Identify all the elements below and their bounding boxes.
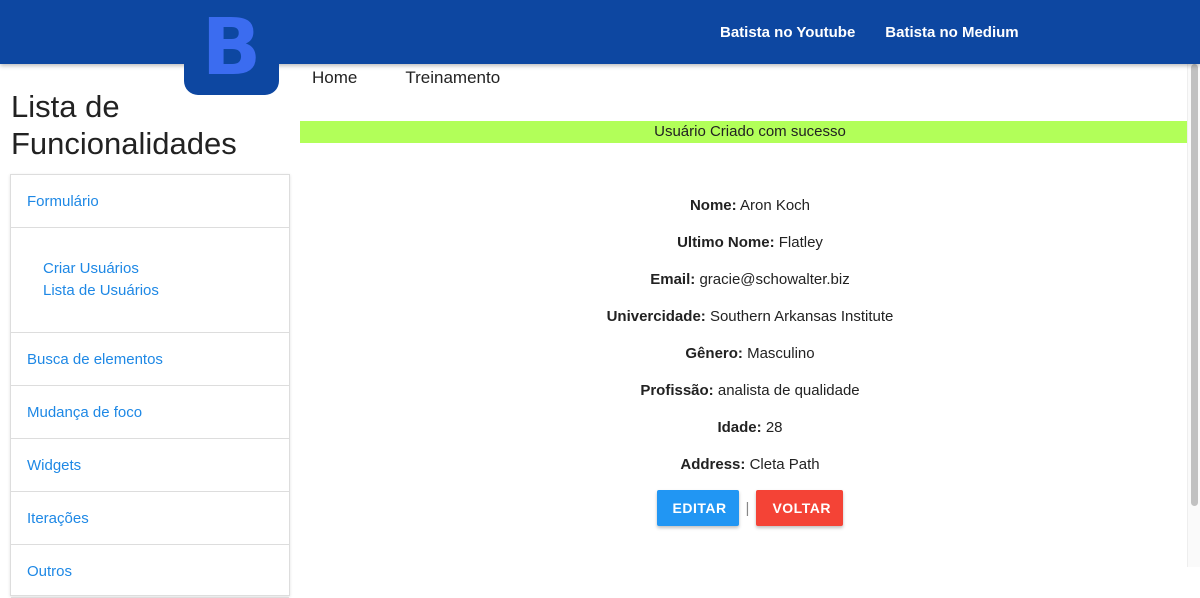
- detail-value: Flatley: [778, 234, 823, 251]
- detail-universidade: Univercidade: Southern Arkansas Institut…: [300, 307, 1200, 344]
- detail-value: Cleta Path: [749, 456, 820, 473]
- detail-value: analista de qualidade: [717, 382, 860, 399]
- detail-value: Masculino: [747, 345, 815, 362]
- detail-label: Profissão:: [640, 382, 714, 399]
- detail-label: Gênero:: [685, 345, 743, 362]
- sidebar-item-formulario[interactable]: Formulário: [11, 175, 289, 228]
- top-links: Batista no Youtube Batista no Medium: [705, 0, 1034, 64]
- detail-label: Email:: [650, 271, 696, 288]
- sidebar-subitem-lista-usuarios[interactable]: Lista de Usuários: [43, 280, 289, 302]
- detail-address: Address: Cleta Path: [300, 455, 1200, 492]
- detail-ultimo-nome: Ultimo Nome: Flatley: [300, 233, 1200, 270]
- sidebar-item-label: Formulário: [27, 192, 99, 210]
- detail-label: Nome:: [689, 197, 737, 214]
- back-button[interactable]: VOLTAR: [756, 490, 844, 526]
- button-separator: |: [745, 499, 750, 517]
- sidebar-item-widgets[interactable]: Widgets: [11, 439, 289, 492]
- page-title: Lista de Funcionalidades: [11, 88, 271, 162]
- detail-label: Univercidade:: [606, 308, 706, 325]
- action-buttons: EDITAR | VOLTAR: [300, 490, 1200, 526]
- detail-value: gracie@schowalter.biz: [699, 271, 850, 288]
- detail-email: Email: gracie@schowalter.biz: [300, 270, 1200, 307]
- sidebar-item-label: Iterações: [27, 509, 89, 527]
- youtube-link[interactable]: Batista no Youtube: [720, 24, 855, 41]
- detail-label: Idade:: [717, 419, 762, 436]
- logo-letter: B: [201, 2, 262, 93]
- sidebar-item-foco[interactable]: Mudança de foco: [11, 386, 289, 439]
- sidebar-item-iteracoes[interactable]: Iterações: [11, 492, 289, 545]
- medium-link[interactable]: Batista no Medium: [885, 24, 1018, 41]
- sidebar-item-label: Mudança de foco: [27, 403, 143, 421]
- success-message: Usuário Criado com sucesso: [654, 123, 846, 140]
- detail-label: Address:: [680, 456, 746, 473]
- success-banner: Usuário Criado com sucesso: [300, 121, 1200, 143]
- sidebar: Formulário Criar Usuários Lista de Usuár…: [10, 174, 290, 598]
- top-navbar: Batista no Youtube Batista no Medium: [0, 0, 1200, 64]
- scrollbar-thumb[interactable]: [1191, 64, 1198, 506]
- nav-home[interactable]: Home: [312, 68, 357, 88]
- detail-idade: Idade: 28: [300, 418, 1200, 455]
- page-scrollbar[interactable]: [1187, 64, 1200, 567]
- sidebar-submenu-formulario: Criar Usuários Lista de Usuários: [11, 228, 289, 333]
- detail-value: Aron Koch: [739, 197, 811, 214]
- main-nav: Home Treinamento: [312, 68, 548, 88]
- detail-nome: Nome: Aron Koch: [300, 196, 1200, 233]
- detail-value: 28: [765, 419, 783, 436]
- sidebar-subitem-criar-usuarios[interactable]: Criar Usuários: [43, 258, 289, 280]
- nav-treinamento[interactable]: Treinamento: [405, 68, 500, 88]
- brand-logo[interactable]: B: [184, 0, 279, 95]
- sidebar-item-label: Outros: [27, 562, 73, 580]
- sidebar-item-busca[interactable]: Busca de elementos: [11, 333, 289, 386]
- sidebar-item-label: Widgets: [27, 456, 82, 474]
- detail-value: Southern Arkansas Institute: [709, 308, 894, 325]
- edit-button[interactable]: EDITAR: [656, 490, 739, 526]
- detail-genero: Gênero: Masculino: [300, 344, 1200, 381]
- user-details: Nome: Aron Koch Ultimo Nome: Flatley Ema…: [300, 196, 1200, 492]
- detail-label: Ultimo Nome:: [677, 234, 775, 251]
- sidebar-item-outros[interactable]: Outros: [11, 545, 289, 598]
- sidebar-item-label: Busca de elementos: [27, 350, 163, 368]
- page-title-text: Lista de Funcionalidades: [11, 89, 237, 161]
- detail-profissao: Profissão: analista de qualidade: [300, 381, 1200, 418]
